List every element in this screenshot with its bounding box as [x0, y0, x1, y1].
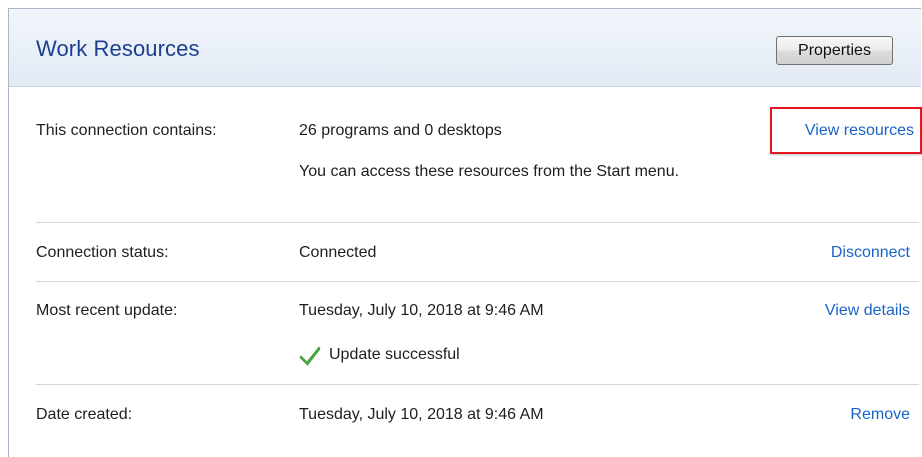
panel-title: Work Resources [36, 36, 200, 61]
view-resources-link[interactable]: View resources [805, 122, 914, 140]
view-resources-highlight: View resources [770, 107, 922, 154]
connection-status-value: Connected [299, 244, 377, 261]
contains-label: This connection contains: [36, 122, 217, 139]
work-resources-panel: Work Resources Properties This connectio… [8, 8, 922, 457]
panel-header: Work Resources Properties [9, 9, 921, 87]
recent-update-value: Tuesday, July 10, 2018 at 9:46 AM [299, 302, 544, 319]
checkmark-icon [299, 344, 321, 366]
contains-value: 26 programs and 0 desktops [299, 122, 502, 139]
divider [36, 281, 919, 282]
view-details-link[interactable]: View details [825, 302, 910, 320]
connection-status-label: Connection status: [36, 244, 169, 261]
update-status-text: Update successful [329, 346, 460, 363]
properties-button[interactable]: Properties [776, 36, 893, 65]
disconnect-link[interactable]: Disconnect [831, 244, 910, 262]
date-created-label: Date created: [36, 406, 133, 423]
divider [36, 384, 919, 385]
divider [36, 222, 919, 223]
remove-link[interactable]: Remove [850, 406, 910, 424]
contains-note: You can access these resources from the … [299, 163, 680, 180]
date-created-value: Tuesday, July 10, 2018 at 9:46 AM [299, 406, 544, 423]
recent-update-label: Most recent update: [36, 302, 178, 319]
update-status: Update successful [299, 344, 460, 366]
